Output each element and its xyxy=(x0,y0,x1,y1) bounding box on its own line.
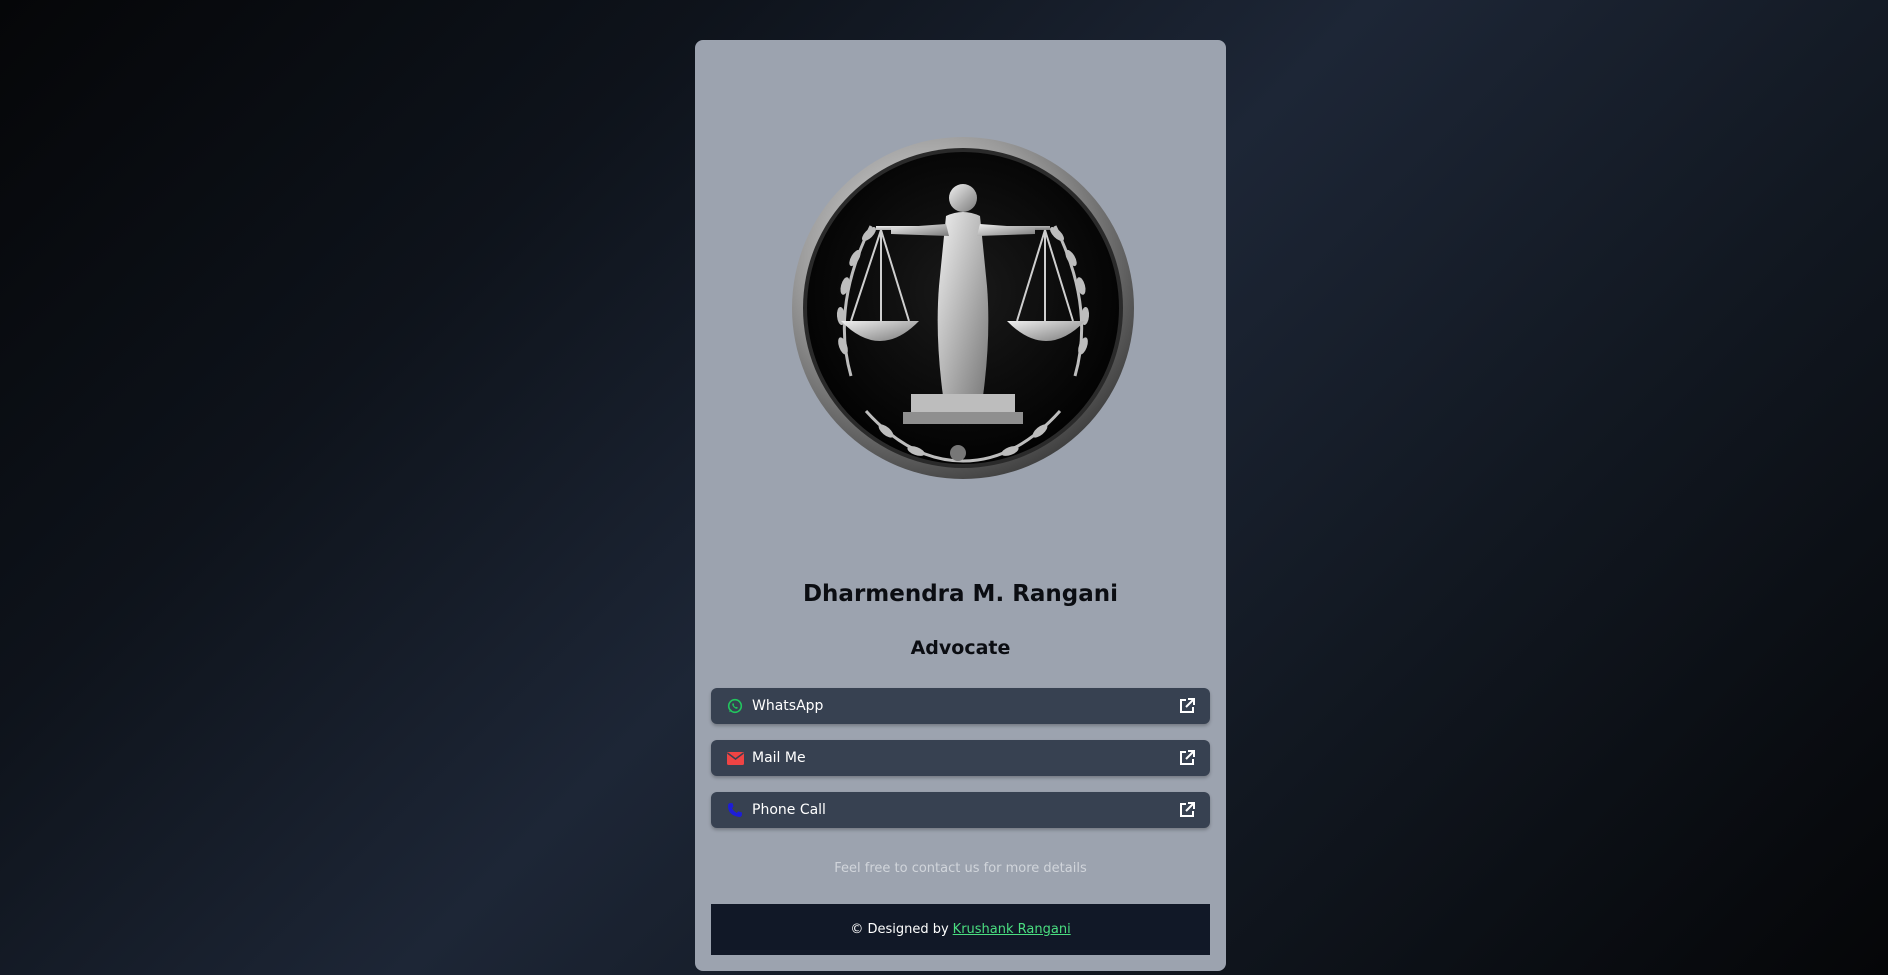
mail-label: Mail Me xyxy=(752,750,806,766)
mail-icon xyxy=(726,749,744,767)
external-link-icon xyxy=(1178,697,1196,715)
mail-link-button[interactable]: Mail Me xyxy=(711,740,1210,776)
external-link-icon xyxy=(1178,749,1196,767)
footer: © Designed by Krushank Rangani xyxy=(711,904,1210,955)
phone-icon xyxy=(726,801,744,819)
whatsapp-link-button[interactable]: WhatsApp xyxy=(711,688,1210,724)
profile-card: Dharmendra M. Rangani Advocate WhatsApp xyxy=(695,40,1226,971)
whatsapp-label: WhatsApp xyxy=(752,698,824,714)
profile-name: Dharmendra M. Rangani xyxy=(802,581,1119,607)
phone-link-button[interactable]: Phone Call xyxy=(711,792,1210,828)
author-link[interactable]: Krushank Rangani xyxy=(953,922,1071,937)
scales-of-justice-emblem xyxy=(791,136,1135,480)
whatsapp-icon xyxy=(726,697,744,715)
profile-role: Advocate xyxy=(910,637,1011,659)
contact-note: Feel free to contact us for more details xyxy=(834,861,1087,876)
footer-credit-text: © Designed by xyxy=(850,922,949,937)
external-link-icon xyxy=(1178,801,1196,819)
phone-label: Phone Call xyxy=(752,802,826,818)
